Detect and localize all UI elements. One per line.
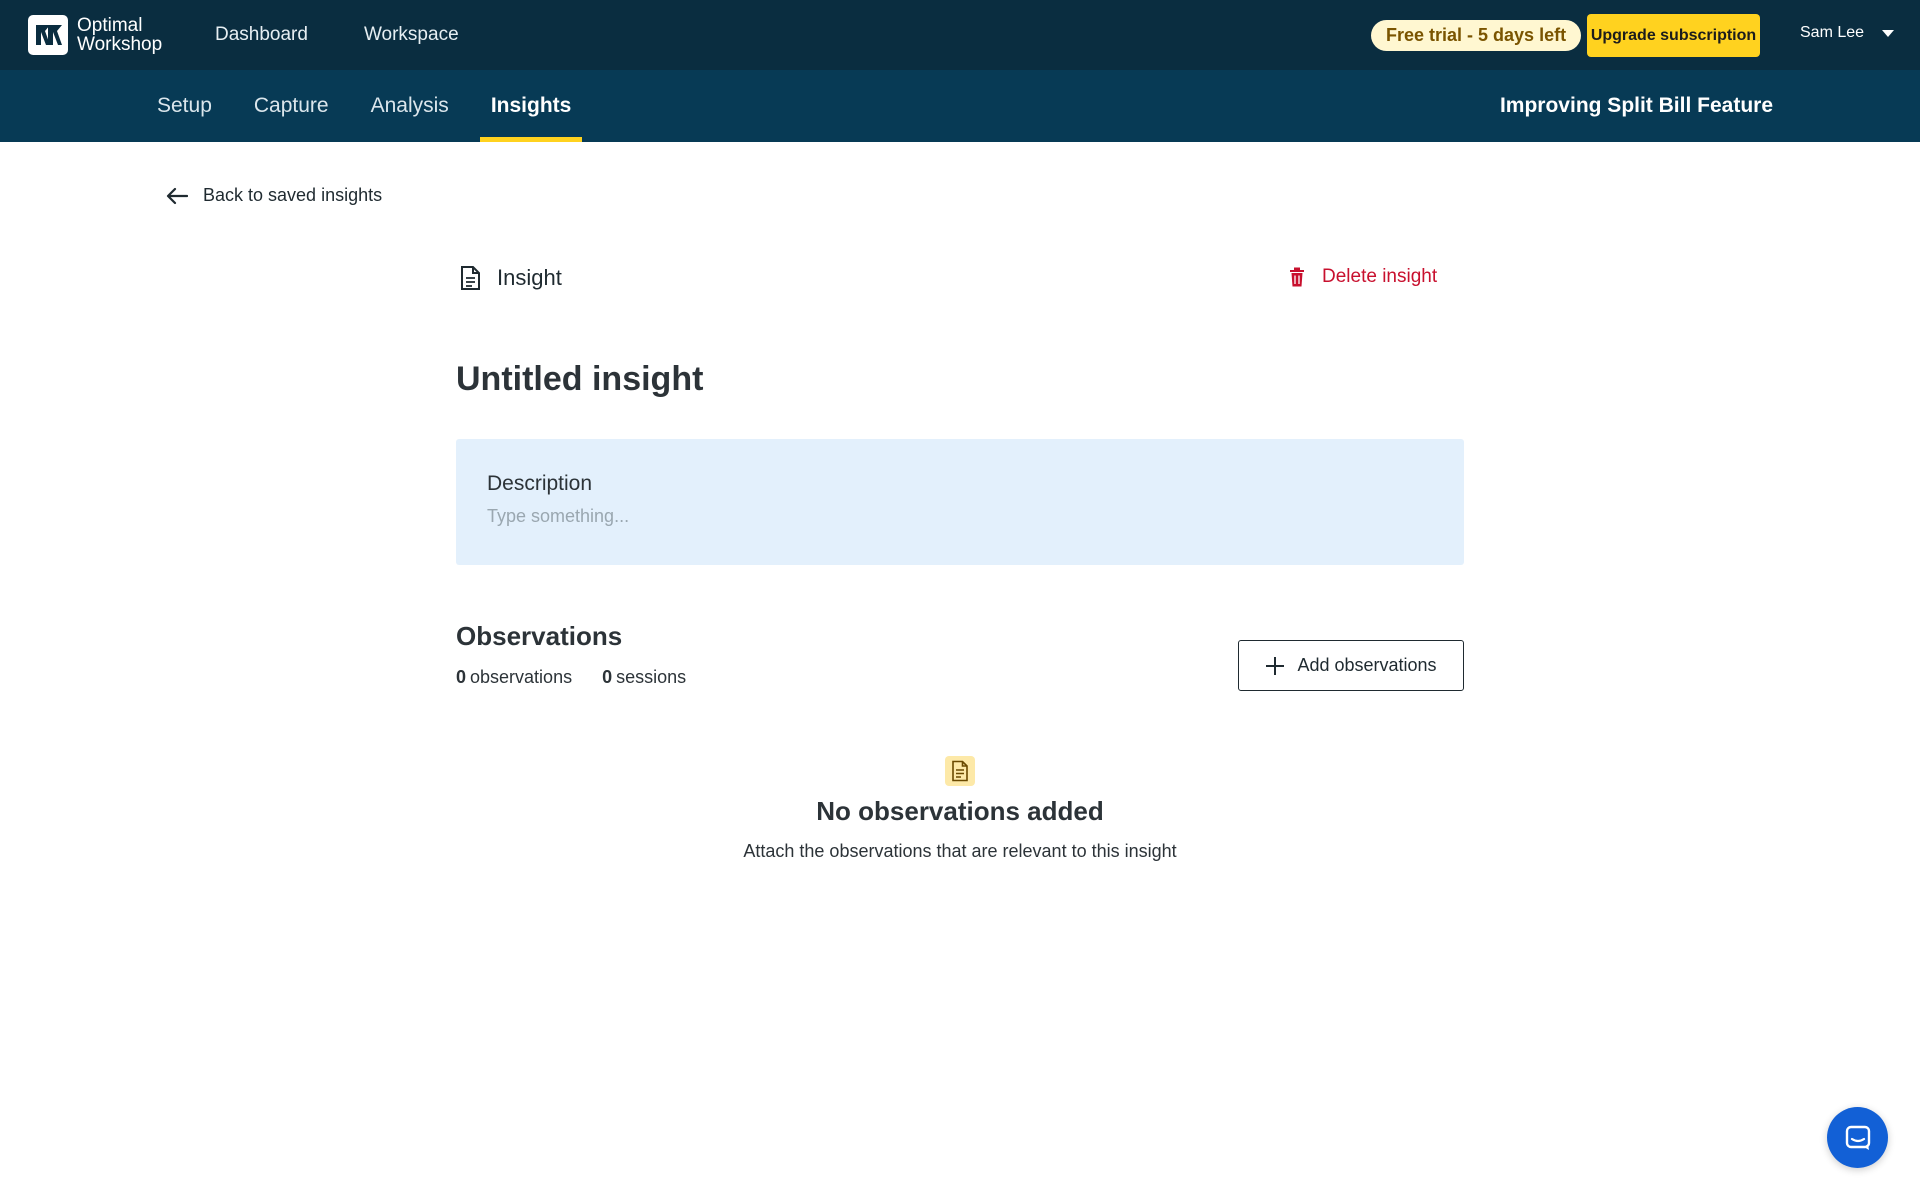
document-icon — [461, 266, 480, 290]
chat-launcher-button[interactable] — [1827, 1107, 1888, 1168]
sessions-unit: sessions — [616, 667, 687, 687]
add-observations-label: Add observations — [1297, 655, 1437, 675]
description-label: Description — [487, 472, 593, 495]
sessions-count: 0 — [602, 667, 613, 687]
empty-state-subtitle: Attach the observations that are relevan… — [743, 841, 1177, 861]
insight-label-text: Insight — [497, 265, 562, 290]
back-to-saved-insights-link[interactable]: Back to saved insights — [166, 185, 382, 206]
project-tabs: Setup Capture Analysis Insights — [157, 70, 613, 142]
delete-insight-button[interactable]: Delete insight — [1288, 266, 1437, 288]
tab-analysis[interactable]: Analysis — [371, 70, 449, 142]
plus-icon — [1266, 656, 1285, 675]
add-observations-button[interactable]: Add observations — [1238, 640, 1464, 691]
back-link-label: Back to saved insights — [203, 185, 383, 205]
document-icon — [945, 756, 975, 786]
logo-line-2: Workshop — [77, 34, 163, 55]
observation-counts: 0 observations 0 sessions — [456, 667, 716, 688]
project-subnav: Setup Capture Analysis Insights Improvin… — [0, 70, 1920, 142]
observations-unit: observations — [470, 667, 573, 687]
empty-state: No observations added Attach the observa… — [456, 756, 1464, 862]
user-menu[interactable]: Sam Lee — [1800, 24, 1895, 42]
tab-insights[interactable]: Insights — [479, 70, 582, 142]
page-title[interactable]: Untitled insight — [456, 360, 703, 399]
sessions-count-group: 0 sessions — [602, 667, 686, 688]
observations-count: 0 — [456, 667, 467, 687]
insight-section-label: Insight — [458, 265, 562, 291]
arrow-left-icon — [166, 187, 188, 204]
top-bar: Optimal Workshop Dashboard Workspace Fre… — [0, 0, 1920, 70]
chevron-down-icon — [1882, 29, 1895, 37]
logo-text: Optimal Workshop — [77, 16, 162, 54]
description-input[interactable] — [487, 506, 1387, 527]
tab-capture[interactable]: Capture — [254, 70, 329, 142]
user-name: Sam Lee — [1800, 24, 1865, 41]
observations-count-group: 0 observations — [456, 667, 572, 688]
nav-dashboard[interactable]: Dashboard — [215, 24, 308, 46]
trash-icon — [1290, 267, 1304, 287]
delete-insight-label: Delete insight — [1322, 266, 1438, 287]
logo[interactable]: Optimal Workshop — [28, 15, 162, 55]
description-panel[interactable]: Description — [456, 439, 1464, 565]
tab-setup[interactable]: Setup — [157, 70, 212, 142]
upgrade-subscription-button[interactable]: Upgrade subscription — [1587, 14, 1760, 57]
top-navigation: Dashboard Workspace — [215, 0, 515, 70]
empty-state-title: No observations added — [816, 796, 1104, 826]
nav-workspace[interactable]: Workspace — [364, 24, 459, 46]
observations-heading: Observations — [456, 621, 623, 651]
trial-badge[interactable]: Free trial - 5 days left — [1371, 20, 1582, 51]
chat-icon — [1845, 1125, 1870, 1150]
logo-line-1: Optimal — [77, 15, 143, 36]
optimal-workshop-logo-icon — [28, 15, 68, 55]
project-title: Improving Split Bill Feature — [1499, 94, 1773, 117]
